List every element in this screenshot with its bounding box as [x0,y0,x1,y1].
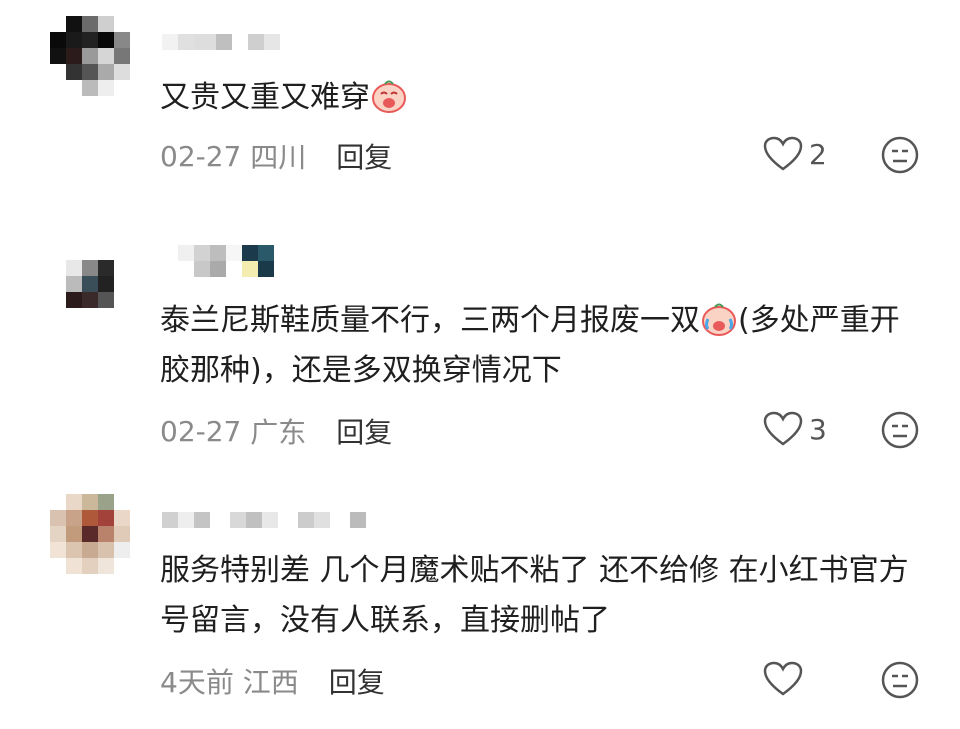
comment-meta: 4天前 江西 回复 [160,661,385,701]
heart-icon [763,661,803,696]
like-count: 3 [809,412,827,446]
comment-location: 广东 [250,416,307,449]
like-button[interactable]: 3 [763,411,827,447]
dislike-face-icon[interactable] [880,660,920,700]
comment-text: 又贵又重又难穿 [160,73,920,123]
username-blurred[interactable] [162,512,366,536]
reply-button[interactable]: 回复 [336,411,392,451]
dislike-face-icon[interactable] [880,410,920,450]
like-button[interactable]: 2 [763,136,827,172]
crying-face-icon [372,80,406,113]
avatar[interactable] [50,16,130,96]
username-blurred [162,261,274,285]
avatar[interactable] [50,244,130,324]
heart-icon [763,411,803,446]
dislike-face-icon[interactable] [880,135,920,175]
avatar[interactable] [50,494,130,574]
comment-date: 02-27 [160,139,242,173]
comment-location: 江西 [242,666,299,699]
like-button[interactable] [763,661,809,697]
reply-button[interactable]: 回复 [336,136,392,176]
crying-face-icon [702,303,736,336]
heart-icon [763,136,803,171]
comment-meta: 02-27 广东 回复 [160,411,392,451]
reply-button[interactable]: 回复 [329,661,385,701]
comment-date: 02-27 [160,414,242,448]
like-count: 2 [809,137,827,171]
username-blurred[interactable] [162,34,280,58]
comment-date: 4天前 [160,666,234,699]
comment-text: 泰兰尼斯鞋质量不行，三两个月报废一双 (多处严重开胶那种)，还是多双换穿情况下 [160,303,900,388]
comment-meta: 02-27 四川 回复 [160,136,392,176]
comment-location: 四川 [250,141,307,174]
comment-text: 服务特别差 几个月魔术贴不粘了 还不给修 在小红书官方号留言，没有人联系，直接删… [160,553,909,638]
